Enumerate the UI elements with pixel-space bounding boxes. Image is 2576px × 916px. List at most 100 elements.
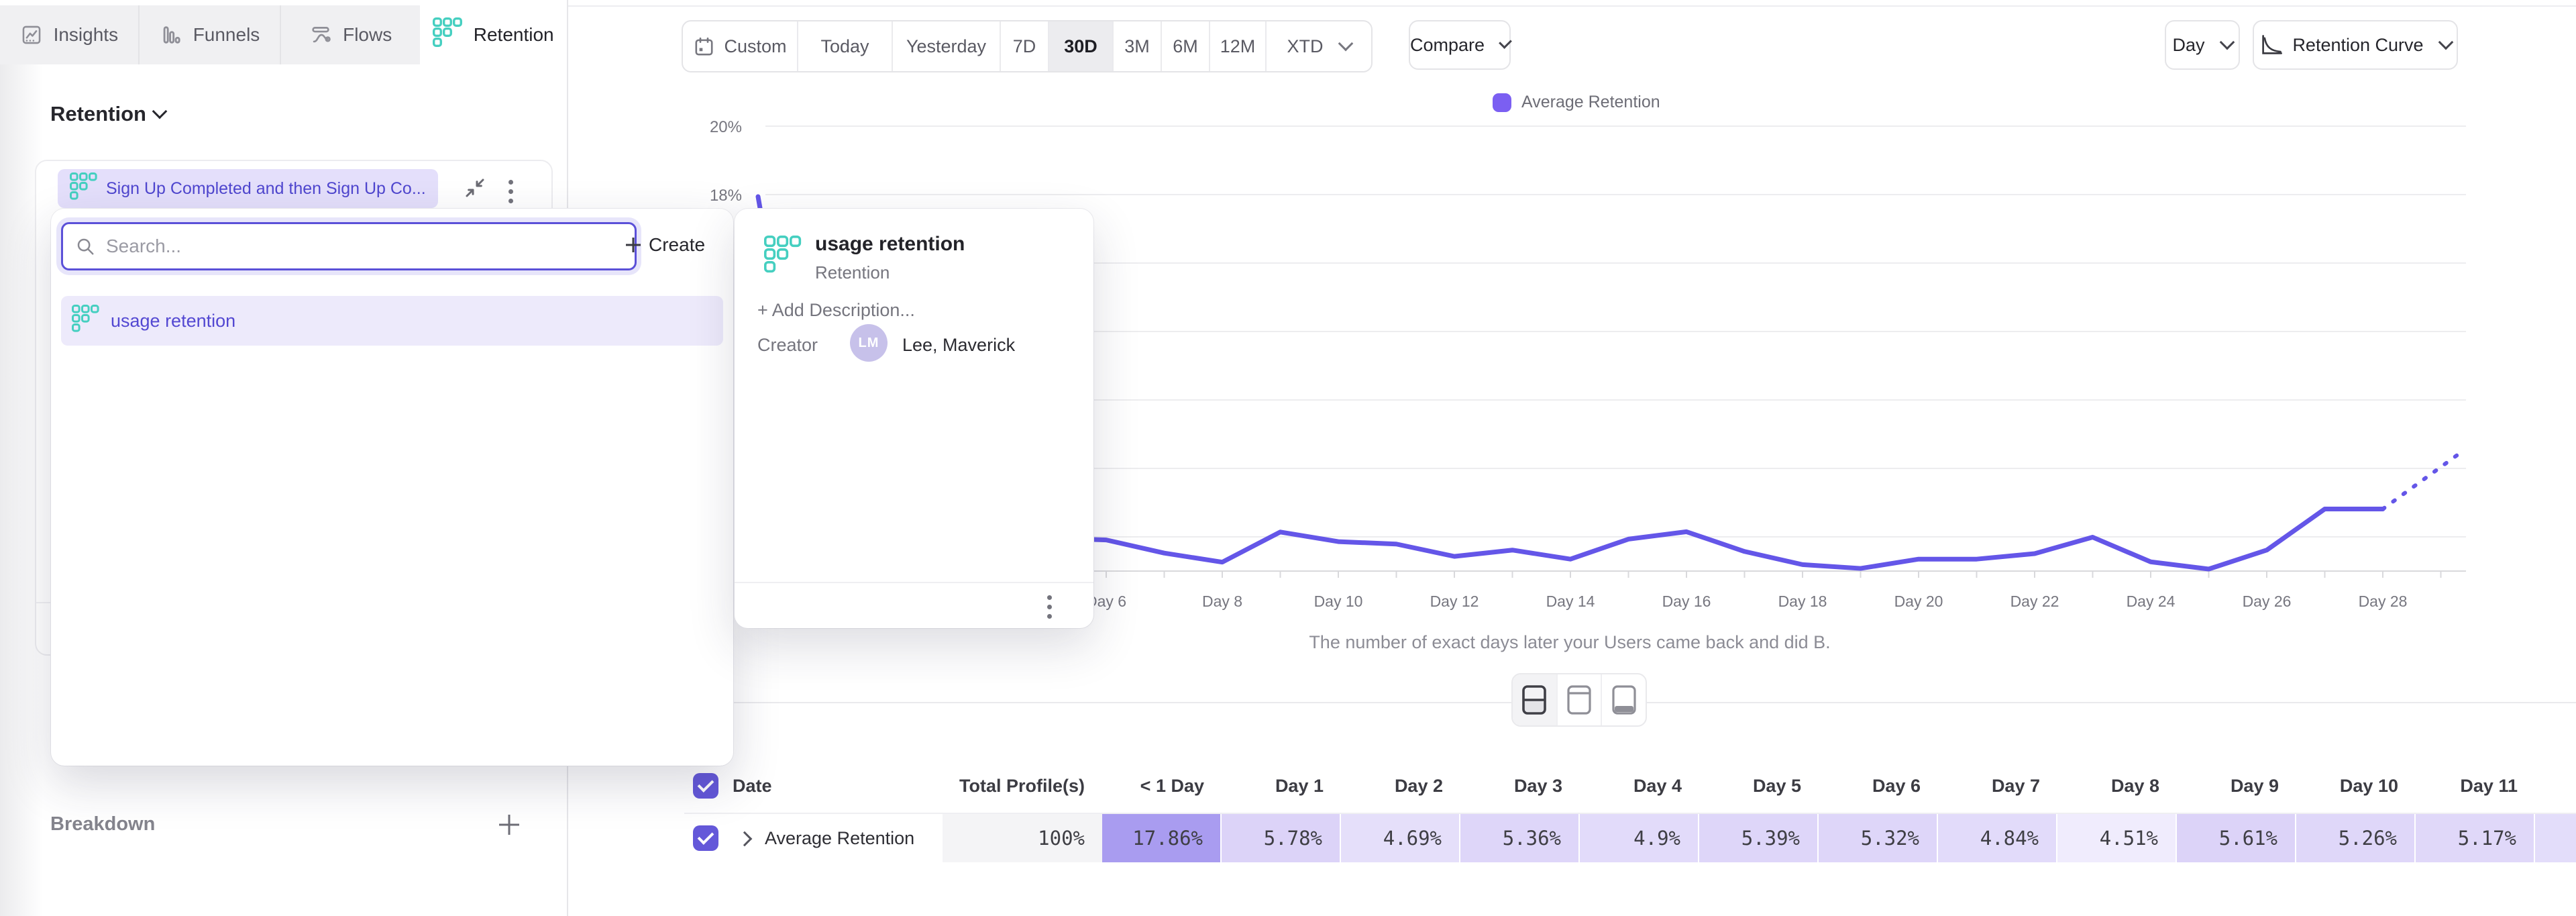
retention-report-page: Insights Funnels Flows Retention Retenti… — [0, 0, 2576, 916]
tab-flows[interactable]: Flows — [281, 5, 420, 64]
range-12m[interactable]: 12M — [1210, 21, 1267, 71]
tab-insights[interactable]: Insights — [0, 5, 140, 64]
report-tabs: Insights Funnels Flows — [0, 5, 420, 64]
chart-type-button[interactable]: Retention Curve — [2253, 20, 2458, 70]
column-header-day-6[interactable]: Day 6 — [1819, 768, 1938, 803]
retention-curve-icon — [2259, 33, 2284, 57]
retention-value-cell-3: 5.36% — [1460, 814, 1578, 862]
svg-text:Day 10: Day 10 — [1314, 593, 1363, 610]
calendar-icon — [693, 36, 715, 58]
granularity-label: Day — [2172, 35, 2204, 56]
range-today-label: Today — [820, 36, 869, 57]
compare-button[interactable]: Compare — [1409, 20, 1511, 70]
range-yesterday-label: Yesterday — [906, 36, 986, 57]
retention-value-cell-11: 5.17% — [2416, 814, 2534, 862]
granularity-button[interactable]: Day — [2165, 20, 2240, 70]
split-horizontal-icon — [1521, 684, 1548, 716]
row-expander-chevron[interactable] — [737, 831, 753, 847]
layout-split-horizontal-button[interactable] — [1513, 674, 1556, 725]
column-header-day-7[interactable]: Day 7 — [1938, 768, 2057, 803]
row-checkbox[interactable] — [693, 825, 718, 851]
retention-value-cell-0: 17.86% — [1102, 814, 1220, 862]
column-header-day-4[interactable]: Day 4 — [1580, 768, 1699, 803]
retention-value-cell-5: 5.39% — [1699, 814, 1817, 862]
legend-label: Average Retention — [1521, 93, 1660, 112]
collapse-icon — [463, 176, 487, 200]
retention-value-cell-6: 5.32% — [1819, 814, 1937, 862]
retention-value-cell-9: 5.61% — [2177, 814, 2295, 862]
retention-value-cell-7: 4.84% — [1938, 814, 2056, 862]
column-header-day-8[interactable]: Day 8 — [2057, 768, 2177, 803]
create-button[interactable]: Create — [626, 234, 705, 256]
flows-icon — [309, 23, 332, 46]
retention-icon — [764, 236, 802, 276]
layout-split-bottom-button[interactable] — [1601, 674, 1646, 725]
range-today[interactable]: Today — [798, 21, 893, 71]
retention-icon — [433, 17, 462, 52]
search-box[interactable] — [61, 222, 637, 270]
layout-toggle-group — [1511, 673, 1647, 727]
total-profiles-cell: 100% — [943, 814, 1102, 862]
legend-average-retention[interactable]: Average Retention — [1493, 93, 1660, 112]
split-bottom-icon — [1611, 684, 1638, 716]
range-7d-label: 7D — [1013, 36, 1036, 57]
avatar: LM — [850, 324, 888, 362]
column-header-day-1[interactable]: Day 1 — [1222, 768, 1341, 803]
column-header-date[interactable]: Date — [733, 768, 934, 803]
range-custom-label: Custom — [724, 36, 786, 57]
insights-icon — [20, 23, 43, 46]
retention-section-label: Retention — [50, 102, 146, 126]
svg-text:Day 22: Day 22 — [2010, 593, 2059, 610]
tab-retention-label: Retention — [474, 24, 554, 46]
column-header-day-10[interactable]: Day 10 — [2296, 768, 2416, 803]
query-event-pill-label: Sign Up Completed and then Sign Up Co... — [106, 179, 426, 199]
svg-text:Day 26: Day 26 — [2243, 593, 2292, 610]
tab-funnels[interactable]: Funnels — [140, 5, 282, 64]
chevron-down-icon — [2219, 35, 2235, 50]
range-7d[interactable]: 7D — [1001, 21, 1049, 71]
popover-menu-button[interactable] — [1047, 595, 1052, 619]
add-description-button[interactable]: + Add Description... — [757, 300, 915, 321]
range-3m-label: 3M — [1124, 36, 1150, 57]
chart-type-label: Retention Curve — [2292, 35, 2423, 56]
column-header-day-0[interactable]: < 1 Day — [1102, 768, 1222, 803]
chevron-down-icon — [152, 104, 168, 119]
retention-value-cell-2: 4.69% — [1341, 814, 1459, 862]
range-6m[interactable]: 6M — [1162, 21, 1210, 71]
range-yesterday[interactable]: Yesterday — [893, 21, 1001, 71]
creator-name: Lee, Maverick — [902, 335, 1015, 356]
funnels-icon — [160, 23, 182, 46]
retention-section-header[interactable]: Retention — [50, 102, 165, 126]
column-header-day-3[interactable]: Day 3 — [1460, 768, 1580, 803]
query-menu-button[interactable] — [508, 180, 513, 203]
check-icon — [698, 776, 714, 793]
breakdown-section-label: Breakdown — [50, 813, 155, 835]
query-event-pill[interactable]: Sign Up Completed and then Sign Up Co... — [58, 169, 438, 208]
tab-retention[interactable]: Retention — [420, 5, 567, 64]
column-header-day-5[interactable]: Day 5 — [1699, 768, 1819, 803]
range-xtd[interactable]: XTD — [1267, 21, 1371, 71]
column-header-day-2[interactable]: Day 2 — [1341, 768, 1460, 803]
range-6m-label: 6M — [1173, 36, 1198, 57]
svg-text:Day 20: Day 20 — [1894, 593, 1943, 610]
range-3m[interactable]: 3M — [1114, 21, 1162, 71]
collapse-button[interactable] — [463, 176, 487, 203]
column-header-total[interactable]: Total Profile(s) — [943, 768, 1102, 803]
legend-color-chip — [1493, 93, 1511, 112]
date-range-picker: Custom Today Yesterday 7D 30D 3M 6M 12M … — [682, 20, 1373, 72]
svg-text:Day 28: Day 28 — [2359, 593, 2408, 610]
search-input[interactable] — [105, 235, 623, 258]
range-30d[interactable]: 30D — [1049, 21, 1114, 71]
retention-value-cell-1: 5.78% — [1222, 814, 1340, 862]
range-custom[interactable]: Custom — [683, 21, 798, 71]
svg-text:Day 18: Day 18 — [1778, 593, 1827, 610]
tab-insights-label: Insights — [54, 24, 119, 46]
retention-icon — [70, 172, 97, 205]
layout-split-top-button[interactable] — [1556, 674, 1601, 725]
tab-funnels-label: Funnels — [193, 24, 260, 46]
column-header-day-11[interactable]: Day 11 — [2416, 768, 2535, 803]
search-result-usage-retention[interactable]: usage retention — [61, 296, 723, 346]
add-breakdown-button[interactable] — [499, 815, 519, 835]
select-all-checkbox[interactable] — [693, 773, 718, 799]
column-header-day-9[interactable]: Day 9 — [2177, 768, 2296, 803]
